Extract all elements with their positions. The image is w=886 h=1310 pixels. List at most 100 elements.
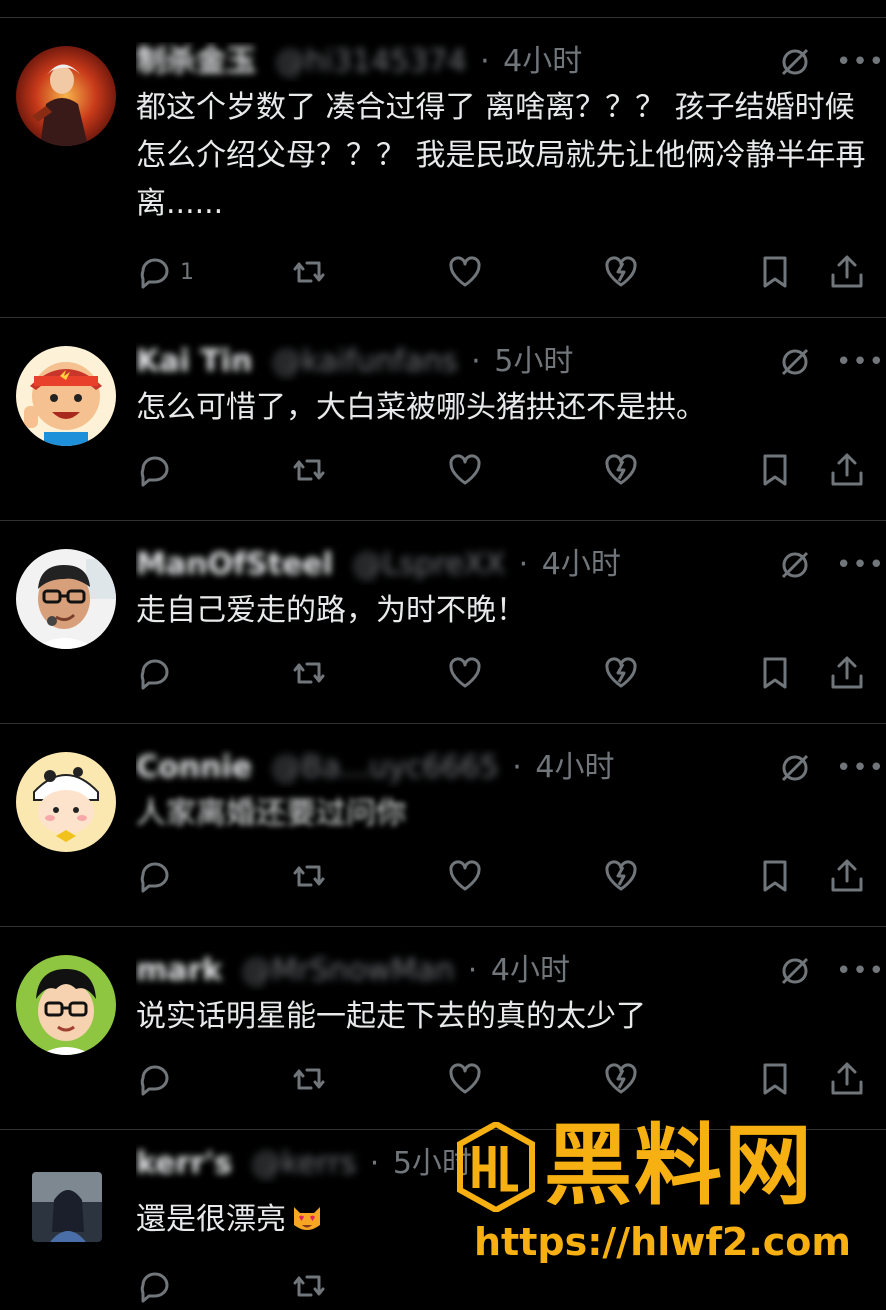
bookmark-button[interactable] <box>756 649 794 697</box>
reply-icon <box>140 258 169 289</box>
author-handle[interactable]: @MrSnowMan <box>242 953 454 988</box>
watermark-title: 黑料网 <box>544 1114 815 1217</box>
repost-icon <box>293 1275 325 1297</box>
share-button[interactable] <box>828 446 866 494</box>
grok-icon[interactable] <box>778 45 812 79</box>
avatar[interactable] <box>16 955 116 1055</box>
reply-button[interactable] <box>136 649 180 697</box>
avatar[interactable] <box>16 549 116 649</box>
repost-button[interactable] <box>290 1262 328 1310</box>
more-icon[interactable]: ••• <box>836 45 884 79</box>
repost-button[interactable] <box>290 248 328 296</box>
reply-item[interactable]: Kai Tin @kaifunfans · 5小时 ••• 怎么可惜了，大白菜被… <box>0 318 886 521</box>
grok-icon[interactable] <box>778 345 812 379</box>
share-button[interactable] <box>828 649 866 697</box>
reply-icon <box>140 1272 169 1303</box>
author-name[interactable]: Connie <box>136 750 252 785</box>
grok-icon[interactable] <box>778 954 812 988</box>
like-icon <box>449 860 481 891</box>
like-icon <box>449 657 481 688</box>
avatar[interactable] <box>32 1172 102 1242</box>
timestamp[interactable]: 4小时 <box>503 44 582 79</box>
reply-header: mark @MrSnowMan · 4小时 <box>136 953 570 988</box>
reply-button[interactable] <box>136 446 180 494</box>
repost-button[interactable] <box>290 446 328 494</box>
dislike-button[interactable] <box>602 852 640 900</box>
bookmark-icon <box>763 1063 787 1095</box>
author-handle[interactable]: @kerrs <box>252 1146 357 1181</box>
bookmark-button[interactable] <box>756 248 794 296</box>
reply-text: 怎么可惜了，大白菜被哪头猪拱还不是拱。 <box>136 390 706 425</box>
more-icon[interactable]: ••• <box>836 751 884 785</box>
bookmark-icon <box>763 454 787 486</box>
author-handle[interactable]: @hi3145374 <box>276 44 467 79</box>
repost-button[interactable] <box>290 1055 328 1103</box>
avatar[interactable] <box>16 46 116 146</box>
avatar[interactable] <box>16 752 116 852</box>
dislike-button[interactable] <box>602 649 640 697</box>
share-icon <box>831 255 863 288</box>
grok-icon[interactable] <box>778 548 812 582</box>
author-name[interactable]: kerr's <box>136 1146 232 1181</box>
reply-item[interactable]: 制杀金玉 @hi3145374 · 4小时 ••• 都这个岁数了 凑合过得了 离… <box>0 18 886 318</box>
like-button[interactable] <box>446 649 484 697</box>
watermark-logo-icon <box>457 1122 535 1212</box>
share-icon <box>831 1062 863 1095</box>
reply-button[interactable]: 1 <box>136 248 194 296</box>
like-button[interactable] <box>446 446 484 494</box>
author-name[interactable]: ManOfSteel <box>136 547 333 582</box>
author-handle[interactable]: @LspreXX <box>352 547 505 582</box>
avatar[interactable] <box>16 346 116 446</box>
reply-button[interactable] <box>136 1055 180 1103</box>
reply-text: 人家离婚还要过问你 <box>136 796 406 831</box>
like-button[interactable] <box>446 852 484 900</box>
timestamp[interactable]: 4小时 <box>535 750 614 785</box>
dislike-button[interactable] <box>602 446 640 494</box>
author-name[interactable]: mark <box>136 953 222 988</box>
author-handle[interactable]: @kaifunfans <box>272 344 458 379</box>
repost-button[interactable] <box>290 649 328 697</box>
share-button[interactable] <box>828 1055 866 1103</box>
action-bar <box>136 1055 866 1103</box>
reply-button[interactable] <box>136 1262 174 1310</box>
action-bar <box>136 649 866 697</box>
repost-icon <box>293 459 325 481</box>
share-button[interactable] <box>828 248 866 296</box>
header-actions: ••• <box>778 951 884 991</box>
share-icon <box>831 859 863 892</box>
share-button[interactable] <box>828 852 866 900</box>
reply-item[interactable]: mark @MrSnowMan · 4小时 ••• 说实话明星能一起走下去的真的… <box>0 927 886 1130</box>
watermark: 黑料网 https://hlwf2.com <box>456 1116 876 1272</box>
like-button[interactable] <box>446 248 484 296</box>
bookmark-button[interactable] <box>756 852 794 900</box>
author-name[interactable]: 制杀金玉 <box>136 44 256 79</box>
bookmark-icon <box>763 657 787 689</box>
reply-text: 走自己爱走的路，为时不晚！ <box>136 593 526 628</box>
bookmark-button[interactable] <box>756 446 794 494</box>
more-icon[interactable]: ••• <box>836 345 884 379</box>
like-icon <box>449 256 481 287</box>
grok-icon[interactable] <box>778 751 812 785</box>
author-name[interactable]: Kai Tin <box>136 344 252 379</box>
reply-item[interactable]: Connie @Ba...uyc6665 · 4小时 ••• 人家离婚还要过问你 <box>0 724 886 927</box>
author-handle[interactable]: @Ba...uyc6665 <box>272 750 499 785</box>
more-icon[interactable]: ••• <box>836 954 884 988</box>
heart-eyes-cat-emoji-icon <box>294 1207 320 1230</box>
bookmark-icon <box>763 256 787 288</box>
reply-button[interactable] <box>136 852 180 900</box>
reply-item[interactable]: ManOfSteel @LspreXX · 4小时 ••• 走自己爱走的路，为时… <box>0 521 886 724</box>
timestamp[interactable]: 5小时 <box>494 344 573 379</box>
dislike-button[interactable] <box>602 1055 640 1103</box>
repost-button[interactable] <box>290 852 328 900</box>
repost-icon <box>293 662 325 684</box>
timestamp[interactable]: 4小时 <box>542 547 621 582</box>
repost-icon <box>293 261 325 283</box>
reply-text: 都这个岁数了 凑合过得了 离啥离？？？ 孩子结婚时候怎么介绍父母？？？ 我是民政… <box>136 90 866 221</box>
timestamp[interactable]: 4小时 <box>491 953 570 988</box>
header-actions: ••• <box>778 545 884 585</box>
bookmark-button[interactable] <box>756 1055 794 1103</box>
like-button[interactable] <box>446 1055 484 1103</box>
reply-text: 说实话明星能一起走下去的真的太少了 <box>136 999 646 1034</box>
dislike-button[interactable] <box>602 248 640 296</box>
more-icon[interactable]: ••• <box>836 548 884 582</box>
